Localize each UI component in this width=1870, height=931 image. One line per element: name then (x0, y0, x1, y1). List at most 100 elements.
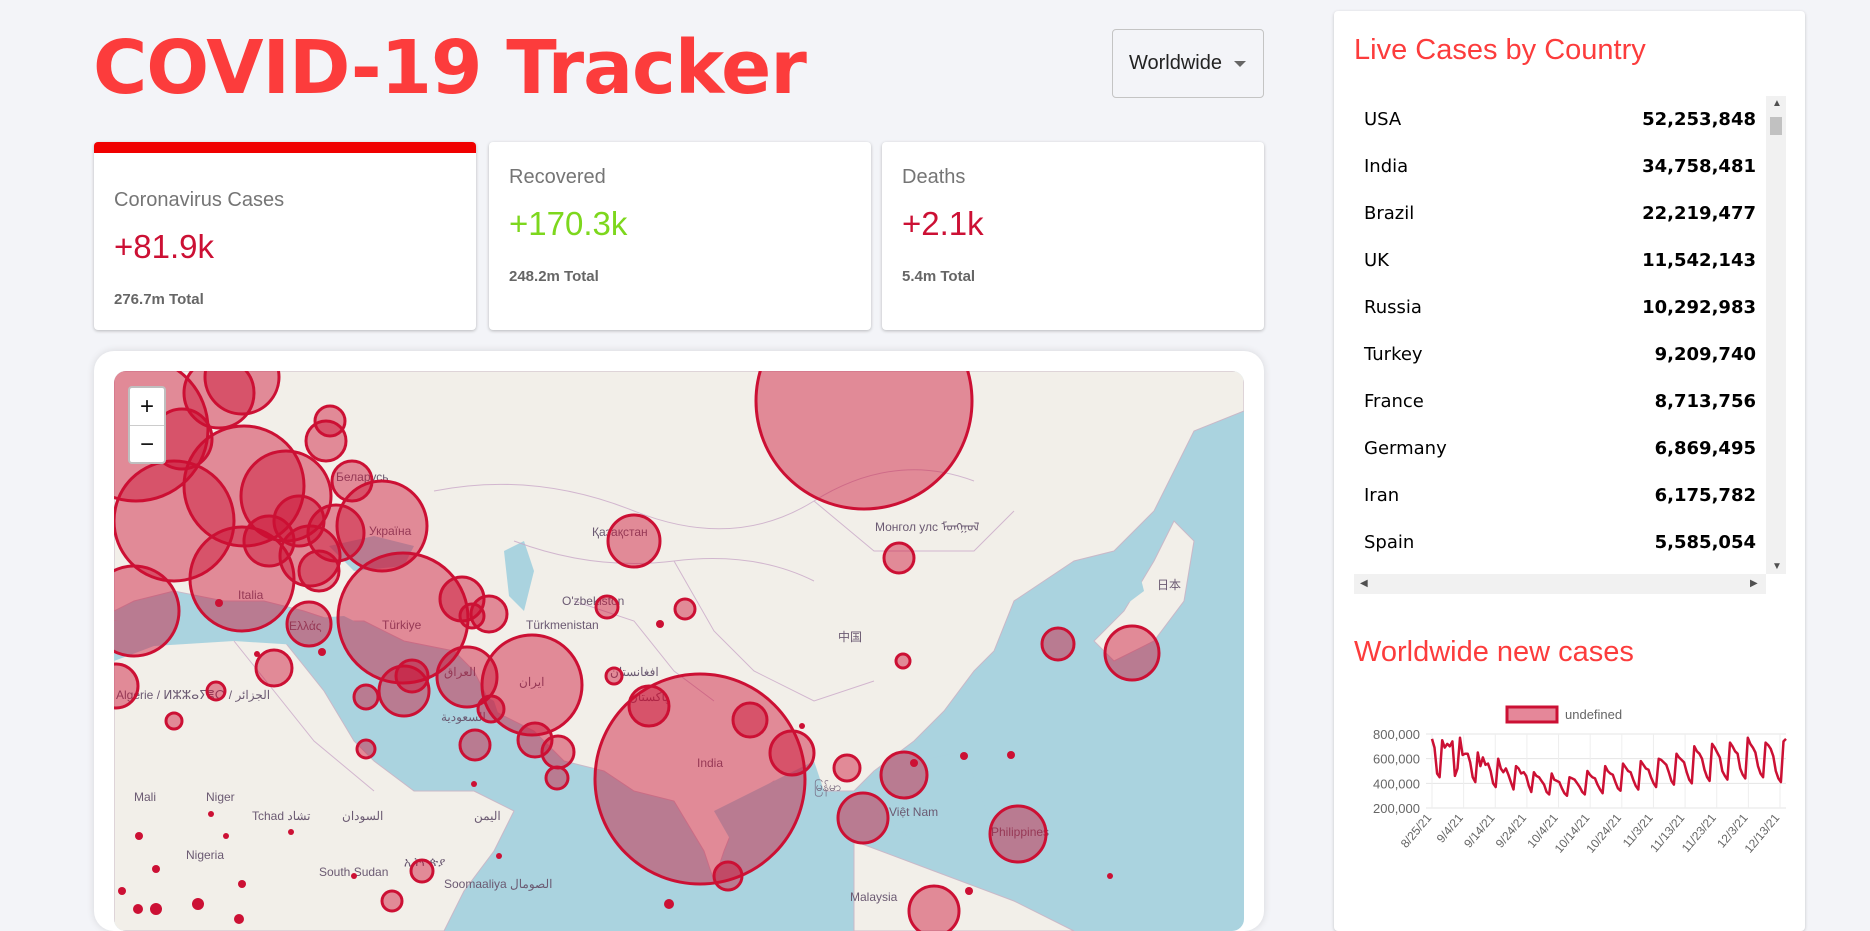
case-circle-oman (540, 734, 576, 770)
country-cases: 52,253,848 (1642, 109, 1756, 130)
map-label-niger: Niger (206, 790, 235, 804)
case-circle-serbia (297, 549, 341, 593)
country-select-value: Worldwide (1129, 52, 1222, 74)
case-dot (192, 898, 204, 910)
country-name: India (1364, 156, 1409, 177)
country-name: Russia (1364, 297, 1422, 318)
recovered-card[interactable]: Recovered +170.3k 248.2m Total (489, 142, 871, 330)
case-dot (234, 914, 244, 924)
horizontal-scrollbar[interactable]: ◀ ▶ (1354, 574, 1766, 594)
case-dot (960, 752, 968, 760)
app-title: COVID-19 Tracker (93, 25, 807, 111)
case-circle-belarus (330, 459, 374, 503)
case-circle-laos (894, 652, 912, 670)
cases-total: 276.7m Total (114, 291, 204, 308)
table-row: Spain 5,585,054 (1354, 519, 1766, 566)
table-title: Live Cases by Country (1354, 34, 1646, 66)
country-name: Germany (1364, 438, 1447, 459)
table-row: India 34,758,481 (1354, 143, 1766, 190)
case-circle-libya (254, 648, 294, 688)
case-dot (664, 899, 674, 909)
country-name: Turkey (1364, 344, 1423, 365)
y-tick-label: 200,000 (1373, 801, 1420, 816)
y-tick-label: 400,000 (1373, 776, 1420, 791)
scroll-up-arrow-icon[interactable]: ▲ (1772, 98, 1782, 109)
zoom-in-button[interactable]: + (130, 388, 164, 426)
case-dot (135, 832, 143, 840)
country-cases: 34,758,481 (1642, 156, 1756, 177)
table-row: Brazil 22,219,477 (1354, 190, 1766, 237)
deaths-card[interactable]: Deaths +2.1k 5.4m Total (882, 142, 1264, 330)
deaths-label: Deaths (902, 166, 966, 188)
table-row: France 8,713,756 (1354, 378, 1766, 425)
case-circle-nepal (731, 701, 769, 739)
scroll-left-arrow-icon[interactable]: ◀ (1360, 578, 1368, 589)
table-row: Turkey 9,209,740 (1354, 331, 1766, 378)
case-circle-armenia (458, 602, 486, 630)
case-dot (1107, 873, 1113, 879)
map-label-mali: Mali (134, 790, 156, 804)
recovered-label: Recovered (509, 166, 606, 188)
country-table-body[interactable]: USA 52,253,848 India 34,758,481 Brazil 22,219… (1354, 96, 1766, 574)
case-circle-philippines (988, 804, 1048, 864)
legend-swatch (1505, 705, 1559, 724)
vertical-scrollbar[interactable]: ▲ ▼ (1766, 96, 1786, 574)
case-circle-vietnam (879, 750, 929, 800)
case-dot (799, 723, 805, 729)
country-cases: 22,219,477 (1642, 203, 1756, 224)
scrollbar-thumb[interactable] (1770, 117, 1782, 135)
case-circle-jordan (394, 658, 430, 694)
case-dot (152, 865, 160, 873)
case-dot (150, 903, 162, 915)
case-dot (223, 833, 229, 839)
map-label-china: 中国 (838, 629, 862, 644)
case-circle-srilanka (712, 860, 744, 892)
case-circle-morocco (164, 711, 184, 731)
country-select[interactable]: Worldwide (1112, 29, 1264, 98)
map-label-japan: 日本 (1157, 578, 1181, 592)
case-circle-egypt (352, 683, 380, 711)
map-canvas[interactable]: India Қазақстан Монгол улс ᠮᠣᠩᠭᠣᠯ 中国 日本 … (114, 371, 1244, 931)
case-circle-malaysia (907, 884, 961, 931)
case-circle-hungary (272, 494, 326, 548)
case-circle-mongolia (882, 541, 916, 575)
map-zoom-control: + − (128, 386, 166, 464)
recovered-value: +170.3k (509, 205, 628, 242)
cases-label: Coronavirus Cases (114, 189, 285, 211)
country-table[interactable]: USA 52,253,848 India 34,758,481 Brazil 22,219… (1354, 96, 1786, 596)
map-label-nigeria: Nigeria (186, 848, 224, 862)
country-name: UK (1364, 250, 1389, 271)
map-label-yemen: اليمن (474, 809, 501, 823)
country-cases: 10,292,983 (1642, 297, 1756, 318)
table-row: UK 11,542,143 (1354, 237, 1766, 284)
country-cases: 9,209,740 (1654, 344, 1756, 365)
country-name: USA (1364, 109, 1402, 130)
case-dot (1007, 751, 1015, 759)
chevron-down-icon (1234, 60, 1246, 67)
new-cases-line (1430, 736, 1787, 797)
case-dot (238, 880, 246, 888)
cases-card[interactable]: Coronavirus Cases +81.9k 276.7m Total (94, 142, 476, 330)
case-circle-russia-west (313, 404, 347, 438)
country-cases: 6,175,782 (1654, 485, 1756, 506)
case-circle-uzbek (594, 594, 620, 620)
map[interactable]: India Қазақстан Монгол улс ᠮᠣᠩᠭᠣᠯ 中国 日本 … (114, 371, 1244, 931)
case-circle-kenya (380, 889, 404, 913)
case-dot (351, 873, 357, 879)
new-cases-chart[interactable]: undefined 800,000 600,000 400,000 200,0008/2… (1334, 690, 1805, 912)
case-dot (318, 648, 326, 656)
legend-label: undefined (1565, 707, 1622, 722)
table-row: Iran 6,175,782 (1354, 472, 1766, 519)
table-row: Germany 6,869,495 (1354, 425, 1766, 472)
table-row: Russia 10,292,983 (1354, 284, 1766, 331)
country-name: Iran (1364, 485, 1400, 506)
x-tick-label: 9/14/21 (1461, 811, 1498, 851)
zoom-out-button[interactable]: − (130, 426, 164, 463)
case-circle-yemen (544, 765, 570, 791)
chart-title: Worldwide new cases (1354, 636, 1634, 668)
scroll-down-arrow-icon[interactable]: ▼ (1772, 561, 1782, 572)
y-tick-label: 600,000 (1373, 752, 1420, 767)
case-dot (215, 599, 223, 607)
case-circle-kuwait (476, 694, 506, 724)
scroll-right-arrow-icon[interactable]: ▶ (1750, 578, 1758, 589)
